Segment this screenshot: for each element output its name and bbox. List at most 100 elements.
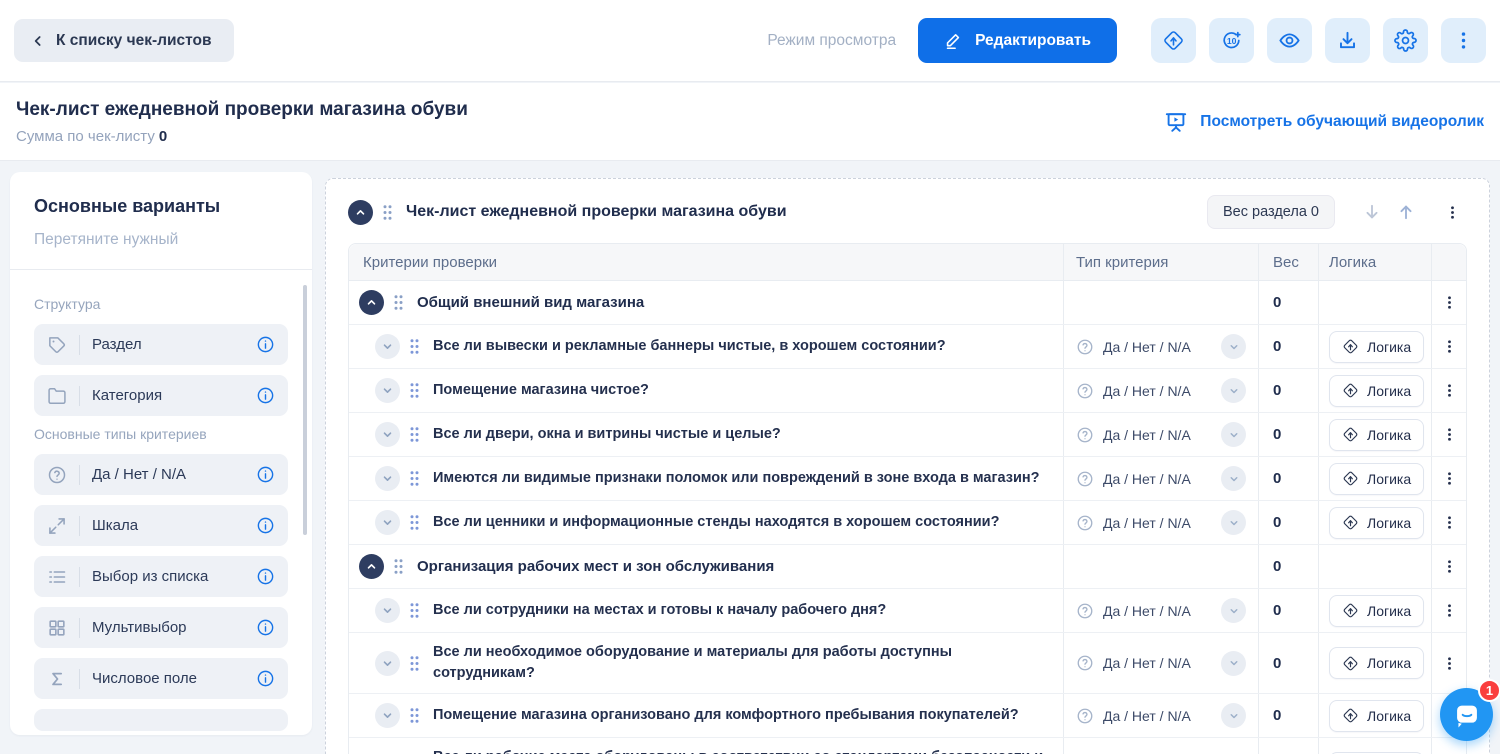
logic-button[interactable]: Логика xyxy=(1329,595,1424,627)
move-section-up-button[interactable] xyxy=(1396,202,1416,222)
criterion-type-cell: Да / Нет / N/A xyxy=(1063,738,1258,754)
category-collapse-button[interactable] xyxy=(359,290,384,315)
back-to-checklists-button[interactable]: К списку чек-листов xyxy=(14,19,234,62)
item-divider xyxy=(79,386,80,406)
criterion-drag-handle[interactable] xyxy=(409,602,420,619)
info-icon[interactable] xyxy=(256,669,275,688)
criterion-drag-handle[interactable] xyxy=(409,655,420,672)
criterion-menu-button[interactable] xyxy=(1438,600,1460,622)
criterion-weight-cell[interactable]: 0 xyxy=(1258,633,1318,693)
toolbar-eye-button[interactable] xyxy=(1267,18,1312,63)
criterion-type-dropdown[interactable] xyxy=(1221,598,1246,623)
category-menu-button[interactable] xyxy=(1438,292,1460,314)
criterion-type-dropdown[interactable] xyxy=(1221,703,1246,728)
criterion-menu-button[interactable] xyxy=(1438,468,1460,490)
criterion-drag-handle[interactable] xyxy=(409,470,420,487)
criterion-menu-button[interactable] xyxy=(1438,380,1460,402)
criterion-weight-cell[interactable]: 0 xyxy=(1258,457,1318,500)
criterion-expand-button[interactable] xyxy=(375,422,400,447)
item-divider xyxy=(79,335,80,355)
sidebar-item-list[interactable]: Выбор из списка xyxy=(34,556,288,597)
criterion-expand-button[interactable] xyxy=(375,510,400,535)
sidebar-scrollbar[interactable] xyxy=(303,285,307,535)
criterion-expand-button[interactable] xyxy=(375,466,400,491)
logic-button[interactable]: Логика xyxy=(1329,463,1424,495)
criterion-weight-cell[interactable]: 0 xyxy=(1258,325,1318,368)
column-header-actions xyxy=(1431,244,1466,280)
criterion-drag-handle[interactable] xyxy=(409,426,420,443)
criterion-expand-button[interactable] xyxy=(375,651,400,676)
sidebar-subtitle: Перетяните нужный xyxy=(34,231,288,249)
criterion-weight-cell[interactable]: 0 xyxy=(1258,694,1318,737)
logic-button[interactable]: Логика xyxy=(1329,647,1424,679)
criterion-type-dropdown[interactable] xyxy=(1221,466,1246,491)
criterion-weight-cell[interactable]: 0 xyxy=(1258,413,1318,456)
category-collapse-button[interactable] xyxy=(359,554,384,579)
toolbar-counter-10-button[interactable]: 10 xyxy=(1209,18,1254,63)
criterion-type-dropdown[interactable] xyxy=(1221,651,1246,676)
criterion-weight-cell[interactable]: 0 xyxy=(1258,501,1318,544)
checklist-editor-panel: Чек-лист ежедневной проверки магазина об… xyxy=(325,178,1490,754)
sidebar-item-scale[interactable]: Шкала xyxy=(34,505,288,546)
criterion-expand-button[interactable] xyxy=(375,703,400,728)
section-collapse-button[interactable] xyxy=(348,200,373,225)
svg-text:10: 10 xyxy=(1227,36,1237,46)
criterion-drag-handle[interactable] xyxy=(409,382,420,399)
section-drag-handle[interactable] xyxy=(382,204,393,221)
sidebar-item-folder[interactable]: Категория xyxy=(34,375,288,416)
criterion-weight-cell[interactable]: 0 xyxy=(1258,369,1318,412)
sidebar-item-question[interactable]: Да / Нет / N/A xyxy=(34,454,288,495)
sidebar-item-grid[interactable]: Мультивыбор xyxy=(34,607,288,648)
criterion-drag-handle[interactable] xyxy=(409,338,420,355)
criterion-type-dropdown[interactable] xyxy=(1221,422,1246,447)
chevron-down-icon xyxy=(1228,657,1240,669)
criterion-menu-button[interactable] xyxy=(1438,652,1460,674)
criterion-menu-button[interactable] xyxy=(1438,424,1460,446)
criterion-type-dropdown[interactable] xyxy=(1221,510,1246,535)
category-menu-button[interactable] xyxy=(1438,556,1460,578)
edit-button[interactable]: Редактировать xyxy=(918,18,1117,63)
info-icon[interactable] xyxy=(256,516,275,535)
info-icon[interactable] xyxy=(256,567,275,586)
criterion-weight-cell[interactable]: 0 xyxy=(1258,738,1318,754)
column-header-logic: Логика xyxy=(1318,244,1431,280)
chevron-down-icon xyxy=(381,472,394,485)
criterion-drag-handle[interactable] xyxy=(409,514,420,531)
toolbar-settings-button[interactable] xyxy=(1383,18,1428,63)
logic-button[interactable]: Логика xyxy=(1329,375,1424,407)
kebab-icon xyxy=(1441,470,1458,487)
info-icon[interactable] xyxy=(256,618,275,637)
toolbar-icon-buttons: 10 xyxy=(1151,18,1486,63)
logic-button[interactable]: Логика xyxy=(1329,331,1424,363)
criterion-type-dropdown[interactable] xyxy=(1221,334,1246,359)
criterion-weight-cell[interactable]: 0 xyxy=(1258,589,1318,632)
info-icon[interactable] xyxy=(256,335,275,354)
sidebar-item-sigma[interactable]: Числовое поле xyxy=(34,658,288,699)
section-menu-button[interactable] xyxy=(1441,201,1463,223)
criterion-logic-cell: Логика xyxy=(1318,694,1431,737)
toolbar-download-button[interactable] xyxy=(1325,18,1370,63)
info-icon[interactable] xyxy=(256,386,275,405)
criterion-expand-button[interactable] xyxy=(375,378,400,403)
tutorial-video-link[interactable]: Посмотреть обучающий видеоролик xyxy=(1164,110,1484,134)
criterion-menu-button[interactable] xyxy=(1438,512,1460,534)
move-section-down-button[interactable] xyxy=(1362,202,1382,222)
info-icon[interactable] xyxy=(256,465,275,484)
toolbar-more-button[interactable] xyxy=(1441,18,1486,63)
criterion-drag-handle[interactable] xyxy=(409,707,420,724)
checklist-sum-label: Сумма по чек-листу xyxy=(16,128,155,145)
logic-button[interactable]: Логика xyxy=(1329,507,1424,539)
logic-button[interactable]: Логика xyxy=(1329,700,1424,732)
sidebar-item-tag[interactable]: Раздел xyxy=(34,324,288,365)
category-drag-handle[interactable] xyxy=(393,558,404,575)
criterion-menu-button[interactable] xyxy=(1438,336,1460,358)
criterion-expand-button[interactable] xyxy=(375,334,400,359)
criterion-expand-button[interactable] xyxy=(375,598,400,623)
criterion-type-dropdown[interactable] xyxy=(1221,378,1246,403)
category-drag-handle[interactable] xyxy=(393,294,404,311)
chevron-down-icon xyxy=(381,709,394,722)
logic-button[interactable]: Логика xyxy=(1329,419,1424,451)
toolbar-logic-button[interactable] xyxy=(1151,18,1196,63)
criterion-weight-value: 0 xyxy=(1273,655,1281,672)
chevron-down-icon xyxy=(381,516,394,529)
